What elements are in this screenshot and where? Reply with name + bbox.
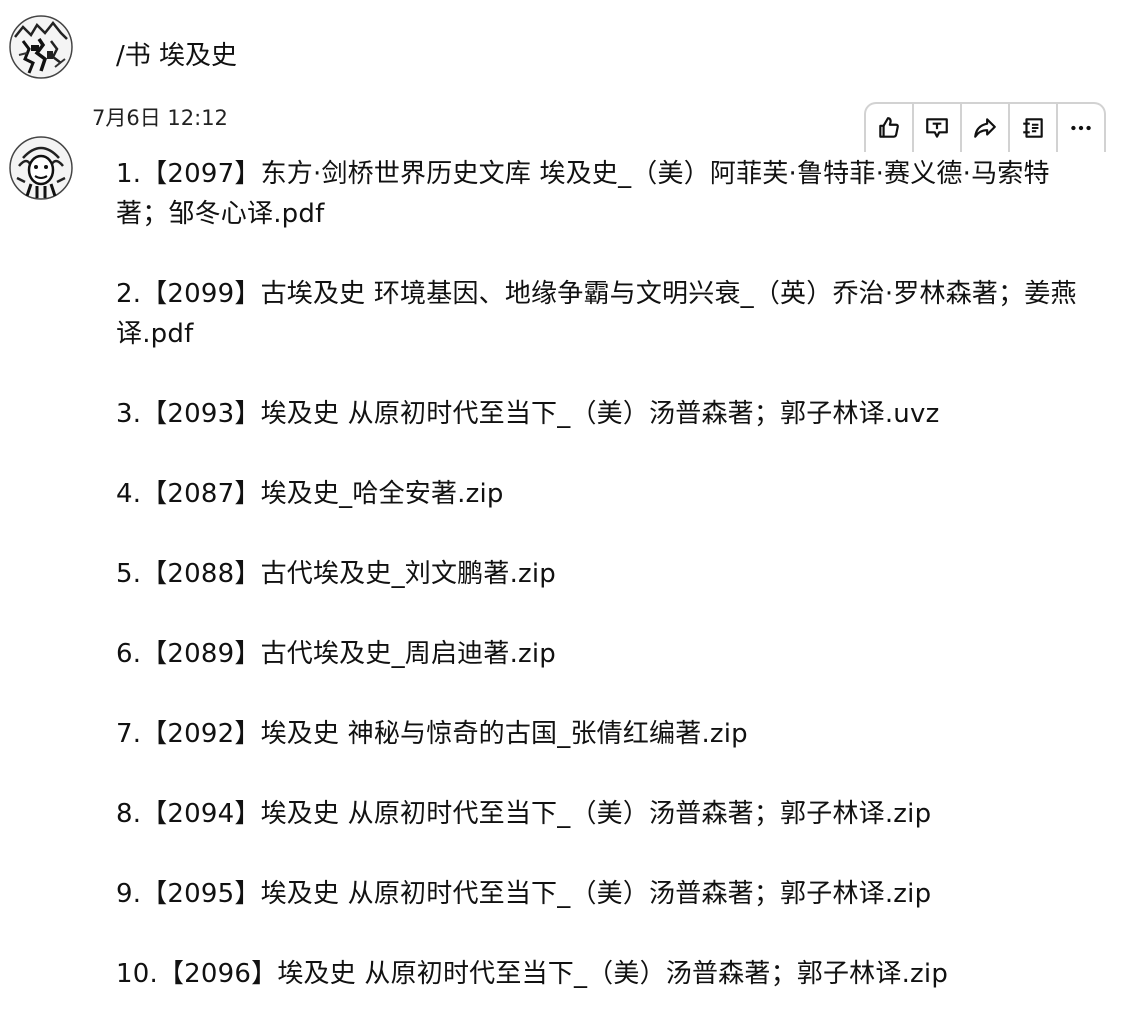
share-button[interactable] (962, 104, 1010, 152)
share-icon (974, 118, 996, 138)
list-item: 6.【2089】古代埃及史_周启迪著.zip (116, 639, 557, 669)
list-item: 3.【2093】埃及史 从原初时代至当下_（美）汤普森著；郭子林译.uvz (116, 399, 940, 429)
more-options-button[interactable] (1058, 104, 1104, 152)
bot-avatar-image (9, 136, 73, 200)
list-item: 2.【2099】古埃及史 环境基因、地缘争霸与文明兴衰_（英）乔治·罗林森著；姜… (116, 279, 1077, 349)
like-button[interactable] (866, 104, 914, 152)
list-item: 10.【2096】埃及史 从原初时代至当下_（美）汤普森著；郭子林译.zip (116, 959, 949, 989)
avatar[interactable] (9, 15, 73, 79)
more-icon (1071, 125, 1091, 131)
quote-reply-icon (926, 118, 948, 138)
list-item: 1.【2097】东方·剑桥世界历史文库 埃及史_（美）阿菲芙·鲁特菲·赛义德·马… (116, 159, 1050, 229)
thumbs-up-icon (879, 117, 899, 138)
message-action-toolbar (864, 102, 1106, 152)
bookmark-button[interactable] (1010, 104, 1058, 152)
bookmark-icon (1023, 118, 1043, 138)
list-item: 9.【2095】埃及史 从原初时代至当下_（美）汤普森著；郭子林译.zip (116, 879, 932, 909)
list-item: 7.【2092】埃及史 神秘与惊奇的古国_张倩红编著.zip (116, 719, 748, 749)
message-timestamp: 7月6日 12:12 (92, 106, 228, 130)
list-item: 5.【2088】古代埃及史_刘文鹏著.zip (116, 559, 557, 589)
book-result-list: 1.【2097】东方·剑桥世界历史文库 埃及史_（美）阿菲芙·鲁特菲·赛义德·马… (116, 154, 1091, 1034)
list-item: 8.【2094】埃及史 从原初时代至当下_（美）汤普森著；郭子林译.zip (116, 799, 932, 829)
bot-avatar[interactable] (9, 136, 73, 200)
command-message-text: /书 埃及史 (116, 41, 238, 71)
list-item: 4.【2087】埃及史_哈全安著.zip (116, 479, 504, 509)
quote-reply-button[interactable] (914, 104, 962, 152)
user-avatar-image (9, 15, 73, 79)
